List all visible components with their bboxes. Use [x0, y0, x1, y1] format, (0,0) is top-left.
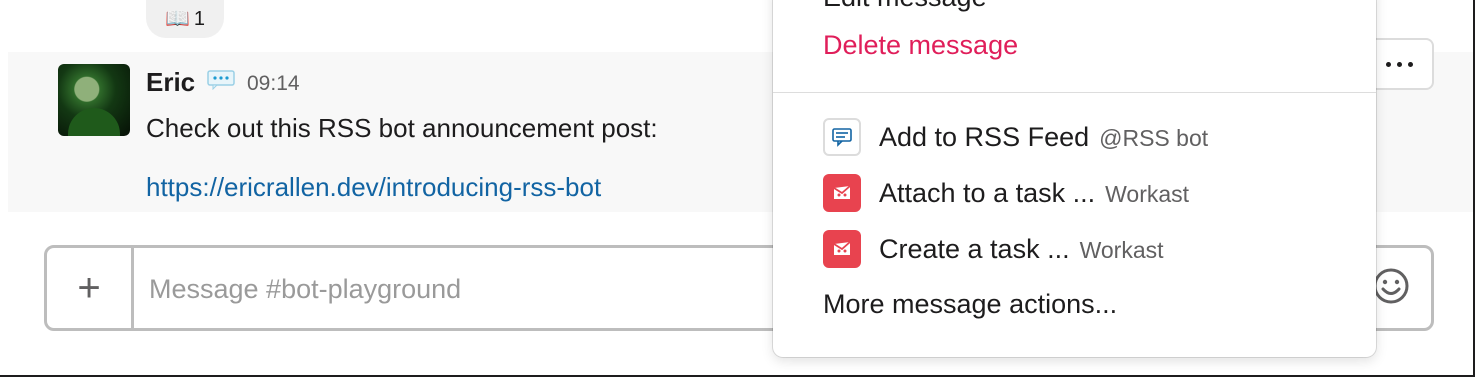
action-app-name: Workast — [1079, 236, 1164, 263]
action-app-name: Workast — [1105, 180, 1190, 207]
message-link[interactable]: https://ericrallen.dev/introducing-rss-b… — [146, 171, 601, 203]
reaction-count: 1 — [193, 7, 206, 30]
menu-item-edit-message[interactable]: Edit message — [823, 0, 987, 14]
avatar[interactable] — [58, 64, 130, 136]
menu-item-attach-to-task[interactable]: Attach to a task ... Workast — [823, 174, 1189, 212]
action-label: Create a task ... — [879, 233, 1070, 264]
rss-bot-icon — [823, 118, 861, 156]
reaction-pill[interactable]: 📖 1 — [146, 0, 224, 38]
message-text: Check out this RSS bot announcement post… — [146, 113, 658, 143]
add-attachment-button[interactable]: + — [47, 248, 134, 328]
menu-item-create-task[interactable]: Create a task ... Workast — [823, 230, 1164, 268]
menu-item-add-to-rss-feed[interactable]: Add to RSS Feed @RSS bot — [823, 118, 1208, 156]
action-label: Add to RSS Feed — [879, 121, 1090, 152]
dot — [1396, 61, 1402, 67]
workast-icon — [823, 230, 861, 268]
plus-icon: + — [77, 266, 101, 310]
menu-item-delete-message[interactable]: Delete message — [823, 28, 1018, 62]
book-emoji-icon: 📖 — [164, 8, 190, 30]
message-timestamp[interactable]: 09:14 — [247, 71, 300, 97]
menu-item-more-actions[interactable]: More message actions... — [823, 287, 1117, 321]
menu-divider — [773, 92, 1376, 93]
action-app-name: @RSS bot — [1099, 124, 1209, 151]
message-input[interactable] — [147, 266, 851, 312]
dot — [1407, 61, 1413, 67]
action-label: Attach to a task ... — [879, 177, 1096, 208]
speech-bubble-icon — [207, 70, 235, 90]
dot — [1385, 61, 1391, 67]
workast-icon — [823, 174, 861, 212]
message-actions-menu: Edit message Delete message Add to RSS F… — [773, 0, 1376, 357]
avatar-shoulder — [68, 108, 120, 136]
channel-view: 📖 1 Eric 09:14 Check out this RSS bot an… — [0, 0, 1475, 377]
message-author[interactable]: Eric — [146, 66, 195, 98]
emoji-icon[interactable] — [1371, 266, 1411, 306]
